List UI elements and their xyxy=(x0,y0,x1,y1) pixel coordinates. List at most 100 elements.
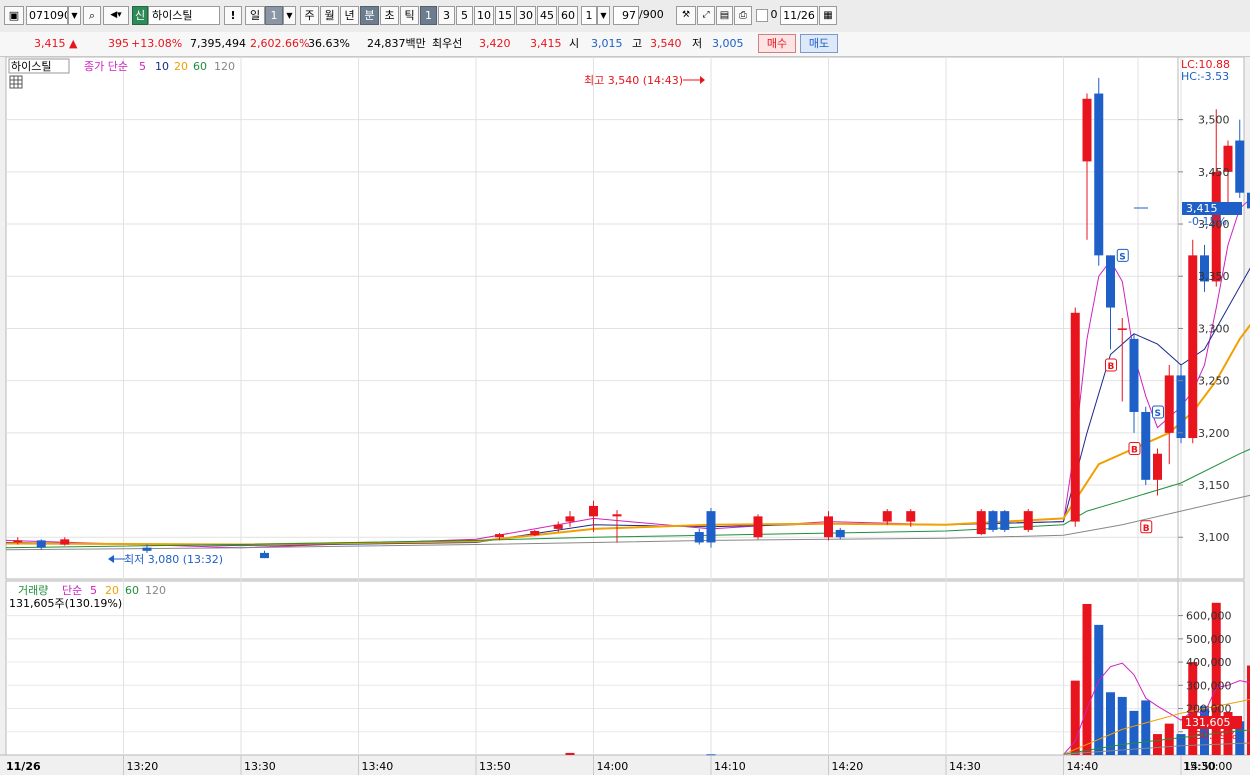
volume-current-pct: 130.19% xyxy=(1188,729,1237,742)
max-price-label: 최고 3,540 (14:43) xyxy=(584,74,683,87)
candle-body xyxy=(882,511,892,522)
zero-checkbox[interactable] xyxy=(756,9,768,22)
code-dropdown-icon[interactable]: ▼ xyxy=(68,6,81,25)
minute-n-dropdown-icon[interactable]: ▼ xyxy=(597,6,610,25)
open-label: 시 xyxy=(569,37,580,50)
candle-body xyxy=(824,516,833,538)
window-icon[interactable]: ▣ xyxy=(4,6,24,25)
count-total: /900 xyxy=(639,8,664,21)
vol-ma5-label: 5 xyxy=(90,584,97,597)
minute-option-30[interactable]: 30 xyxy=(516,6,536,25)
period-second-button[interactable]: 초 xyxy=(380,6,399,25)
volume-ma-prefix: 단순 xyxy=(62,584,82,597)
price-panel[interactable] xyxy=(5,57,1179,580)
price-tick-label: 3,150 xyxy=(1198,479,1230,492)
count-input[interactable]: 97 xyxy=(613,6,639,25)
time-tick-label: 15:30:00 xyxy=(1183,760,1232,773)
code-input[interactable]: 071090 xyxy=(26,6,68,25)
volume-bar xyxy=(1094,624,1104,755)
quote-change: 395 xyxy=(108,37,129,50)
ma60-label: 60 xyxy=(193,60,207,73)
candle-body xyxy=(1188,255,1198,439)
candle-body xyxy=(530,530,540,536)
period-day-button[interactable]: 일 xyxy=(245,6,265,25)
speaker-icon[interactable]: ◀▾ xyxy=(103,6,129,25)
volume-bar xyxy=(1070,680,1080,755)
ma5-label: 5 xyxy=(139,60,146,73)
period-minute-button[interactable]: 분 xyxy=(360,6,379,25)
date-input[interactable]: 11/26 xyxy=(780,6,818,25)
print-icon[interactable]: ⎙ xyxy=(734,6,752,25)
minute-option-5[interactable]: 5 xyxy=(456,6,473,25)
period-year-button[interactable]: 년 xyxy=(340,6,359,25)
period-week-button[interactable]: 주 xyxy=(300,6,319,25)
sell-signal-label: S xyxy=(1155,409,1161,419)
candle-body xyxy=(13,540,23,543)
low-label: 저 xyxy=(692,37,703,50)
credit-badge: 신 xyxy=(132,6,148,25)
volume-tick-label: 200,000 xyxy=(1186,703,1232,716)
quote-volume-ratio: 2,602.66% xyxy=(250,37,310,50)
save-icon[interactable]: ▤ xyxy=(716,6,733,25)
candle-body xyxy=(706,511,716,543)
alert-button[interactable]: ! xyxy=(224,6,242,25)
high-label: 고 xyxy=(632,37,643,50)
search-icon[interactable]: ⌕ xyxy=(83,6,101,25)
up-triangle-icon: ▲ xyxy=(69,37,78,50)
time-tick-label: 14:00 xyxy=(597,760,629,773)
period-n-field[interactable]: 1 xyxy=(265,6,283,25)
candle-body xyxy=(1023,511,1033,530)
volume-panel[interactable] xyxy=(5,580,1179,756)
current-price-value: 3,415 xyxy=(1186,202,1218,215)
ma10-label: 10 xyxy=(155,60,169,73)
open-price: 3,015 xyxy=(591,37,623,50)
time-tick-label: 13:40 xyxy=(362,760,394,773)
candle-body xyxy=(1176,375,1186,439)
time-date-label: 11/26 xyxy=(6,760,41,773)
candle-body xyxy=(553,524,563,529)
candle-body xyxy=(36,540,46,548)
candle-body xyxy=(753,516,763,538)
ma20-label: 20 xyxy=(174,60,188,73)
low-price: 3,005 xyxy=(712,37,744,50)
price-tick-label: 3,300 xyxy=(1198,322,1230,335)
quote-price: 3,415 xyxy=(34,37,66,50)
volume-bar xyxy=(1129,710,1139,755)
price-axis[interactable] xyxy=(1177,57,1245,580)
minute-option-1[interactable]: 1 xyxy=(420,6,437,25)
ma120-label: 120 xyxy=(214,60,235,73)
minute-option-15[interactable]: 15 xyxy=(495,6,515,25)
best-bid: 3,415 xyxy=(530,37,562,50)
tools-icon[interactable]: ⚒ xyxy=(676,6,696,25)
vol-ma20-label: 20 xyxy=(105,584,119,597)
chart-area[interactable]: BSBBS 3,1003,1503,2003,2503,3003,3503,40… xyxy=(0,57,1250,775)
minute-option-45[interactable]: 45 xyxy=(537,6,557,25)
grid-settings-icon[interactable] xyxy=(9,75,23,89)
period-n-dropdown-icon[interactable]: ▼ xyxy=(283,6,296,25)
volume-bar xyxy=(1082,603,1092,755)
minute-option-3[interactable]: 3 xyxy=(438,6,455,25)
candle-body xyxy=(835,529,845,538)
period-month-button[interactable]: 월 xyxy=(320,6,339,25)
quote-amount: 24,837백만 xyxy=(367,37,426,50)
period-tick-button[interactable]: 틱 xyxy=(400,6,419,25)
minute-n-field[interactable]: 1 xyxy=(581,6,597,25)
current-price-pct: -0.15% xyxy=(1188,215,1227,228)
volume-current-value: 131,605 xyxy=(1185,716,1231,729)
sell-button[interactable]: 매도 xyxy=(800,34,838,53)
candle-body xyxy=(1082,98,1092,162)
zero-label: 0 xyxy=(770,8,778,21)
price-tick-label: 3,350 xyxy=(1198,270,1230,283)
minute-option-60[interactable]: 60 xyxy=(558,6,578,25)
volume-tick-label: 300,000 xyxy=(1186,679,1232,692)
hc-label: HC:-3.53 xyxy=(1181,70,1229,83)
draw-icon[interactable]: ⤢ xyxy=(697,6,715,25)
buy-button[interactable]: 매수 xyxy=(758,34,796,53)
candle-body xyxy=(1164,375,1174,433)
minute-option-10[interactable]: 10 xyxy=(474,6,494,25)
candle-body xyxy=(1141,411,1151,480)
calendar-icon[interactable]: ▦ xyxy=(819,6,837,25)
candle-body xyxy=(1235,140,1245,193)
stock-name-field[interactable]: 하이스틸 xyxy=(148,6,220,25)
price-name-tag: 하이스틸 xyxy=(11,59,51,73)
